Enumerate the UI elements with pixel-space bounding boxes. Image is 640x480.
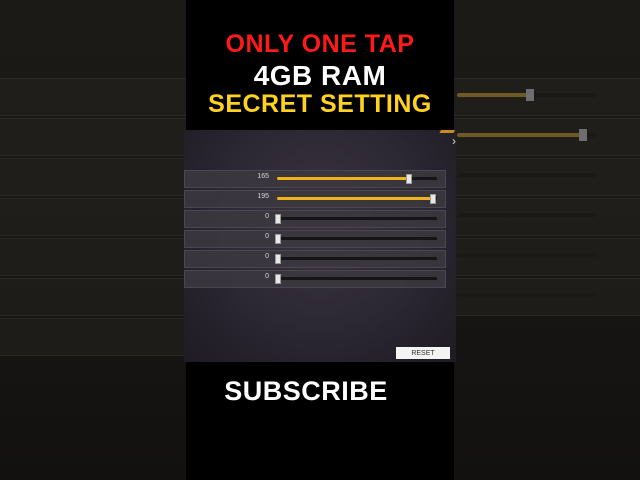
slider-track[interactable]: [277, 194, 437, 204]
slider-handle[interactable]: [430, 194, 437, 204]
bg-slider-track: [457, 89, 597, 101]
bg-slider-knob: [579, 129, 587, 141]
bg-row: [0, 78, 190, 116]
slider-handle[interactable]: [275, 214, 281, 224]
bg-row: [452, 278, 640, 316]
slider-track[interactable]: [275, 254, 437, 264]
slider-track[interactable]: [275, 274, 437, 284]
slider-track[interactable]: [277, 174, 437, 184]
headline-ram: 4GB RAM: [253, 60, 387, 91]
sensitivity-slider-row: 195: [184, 190, 446, 208]
reset-button[interactable]: RESET: [396, 347, 450, 359]
bg-slider-track: [457, 173, 597, 177]
slider-handle[interactable]: [406, 174, 413, 184]
subscribe-caption: SUBSCRIBE: [224, 376, 388, 406]
sensitivity-slider-row: 0: [184, 210, 446, 228]
sensitivity-settings-panel: › 165 195 0 0 0 0 RESET: [184, 130, 456, 362]
slider-value: 0: [265, 273, 269, 280]
bg-row: [452, 118, 640, 156]
slider-handle[interactable]: [275, 234, 281, 244]
slider-value: 165: [257, 173, 269, 180]
slider-fill: [277, 197, 433, 200]
slider-handle[interactable]: [275, 274, 281, 284]
slider-value: 195: [257, 193, 269, 200]
sensitivity-slider-row: 0: [184, 270, 446, 288]
bg-row: [452, 78, 640, 116]
bg-slider-track: [457, 129, 597, 141]
bg-row: [0, 238, 190, 276]
slider-track[interactable]: [275, 234, 437, 244]
headline-secret-setting: SECRET SETTING: [208, 90, 432, 118]
bg-row: [0, 278, 190, 316]
bg-row: [452, 198, 640, 236]
sensitivity-slider-row: 165: [184, 170, 446, 188]
bg-slider-track: [457, 293, 597, 297]
bg-row: [0, 198, 190, 236]
slider-handle[interactable]: [275, 254, 281, 264]
bg-slider-track: [457, 253, 597, 257]
chevron-right-icon[interactable]: ›: [452, 134, 456, 148]
headline-only-one-tap: ONLY ONE TAP: [225, 30, 415, 58]
bg-row: [452, 238, 640, 276]
slider-track[interactable]: [275, 214, 437, 224]
sensitivity-slider-row: 0: [184, 230, 446, 248]
slider-list: 165 195 0 0 0 0: [184, 170, 446, 290]
bg-slider-knob: [525, 89, 534, 101]
bg-slider-fill: [457, 93, 530, 97]
slider-fill: [277, 177, 409, 180]
bg-row: [452, 158, 640, 196]
bg-row: [0, 158, 190, 196]
bg-slider-track: [457, 213, 597, 217]
bg-row: [0, 118, 190, 156]
bg-row: [0, 318, 190, 356]
slider-value: 0: [265, 253, 269, 260]
slider-value: 0: [265, 213, 269, 220]
bg-slider-fill: [457, 133, 583, 137]
sensitivity-slider-row: 0: [184, 250, 446, 268]
slider-value: 0: [265, 233, 269, 240]
